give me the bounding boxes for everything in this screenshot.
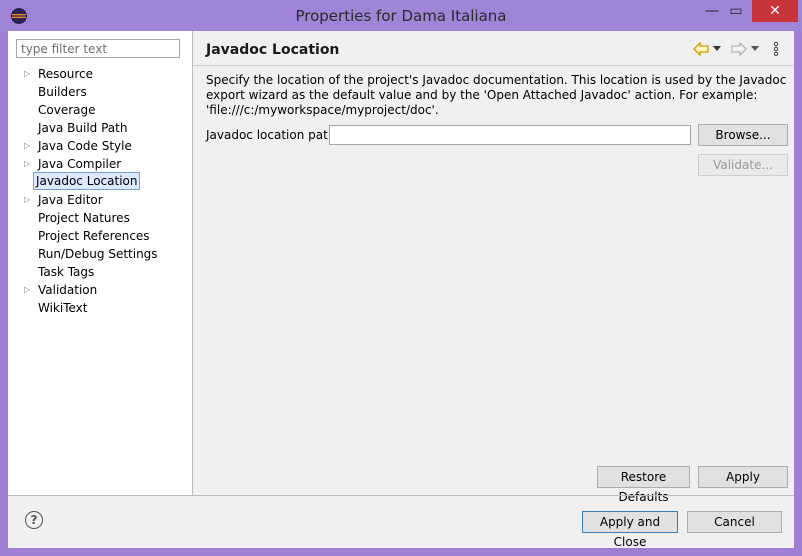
property-page: Javadoc Location Specify the location of… <box>193 31 794 504</box>
tree-item[interactable]: Builders <box>8 83 192 101</box>
filter-input[interactable] <box>16 39 180 58</box>
header-separator <box>193 65 794 66</box>
tree-item-label: Javadoc Location <box>33 172 141 190</box>
tree-item-label: Resource <box>38 67 94 81</box>
tree-item[interactable]: ▷ Resource <box>8 65 192 83</box>
tree-item[interactable]: Javadoc Location <box>8 172 192 191</box>
tree-item-label: Java Build Path <box>38 121 128 135</box>
view-menu-icon[interactable] <box>773 41 779 57</box>
tree-item[interactable]: Project Natures <box>8 209 192 227</box>
expand-arrow-icon[interactable]: ▷ <box>24 137 32 155</box>
help-icon[interactable]: ? <box>25 511 43 529</box>
tree-item[interactable]: Task Tags <box>8 263 192 281</box>
expand-arrow-icon[interactable]: ▷ <box>24 191 32 209</box>
minimize-button[interactable]: — <box>701 0 723 22</box>
expand-arrow-icon[interactable]: ▷ <box>24 281 32 299</box>
tree-item[interactable]: Project References <box>8 227 192 245</box>
tree-item-label: Java Editor <box>38 193 103 207</box>
forward-arrow-icon[interactable] <box>731 42 747 56</box>
property-tree-pane: ▷ Resource Builders Coverage Java Build Path… <box>8 31 193 495</box>
tree-item-label: Coverage <box>38 103 96 117</box>
restore-defaults-button[interactable]: Restore Defaults <box>597 466 690 504</box>
tree-item-label: Task Tags <box>38 265 95 279</box>
page-nav-toolbar <box>693 41 789 59</box>
location-path-label: Javadoc location path: <box>206 128 340 142</box>
browse-button[interactable]: Browse... <box>698 124 788 146</box>
title-bar[interactable]: Properties for Dama Italiana — ▭ ✕ <box>0 0 802 31</box>
expand-arrow-icon[interactable]: ▷ <box>24 65 32 83</box>
tree-item-label: Builders <box>38 85 87 99</box>
tree-item[interactable]: Run/Debug Settings <box>8 245 192 263</box>
footer-separator <box>8 495 794 496</box>
back-arrow-icon[interactable] <box>693 42 709 56</box>
window-title: Properties for Dama Italiana <box>295 7 507 25</box>
back-dropdown-icon[interactable] <box>713 46 721 52</box>
tree-item-label: Validation <box>38 283 98 297</box>
validate-button[interactable]: Validate... <box>698 154 788 176</box>
page-title: Javadoc Location <box>206 42 340 58</box>
expand-arrow-icon[interactable]: ▷ <box>24 155 32 173</box>
page-description: Specify the location of the project's Ja… <box>206 73 787 117</box>
tree-item[interactable]: Coverage <box>8 101 192 119</box>
tree-item[interactable]: ▷ Java Editor <box>8 191 192 209</box>
tree-item-label: WikiText <box>38 301 88 315</box>
properties-dialog: Properties for Dama Italiana — ▭ ✕ ▷ Reso… <box>0 0 802 556</box>
cancel-button[interactable]: Cancel <box>687 511 782 533</box>
tree-item[interactable]: ▷ Java Code Style <box>8 137 192 155</box>
tree-item[interactable]: Java Build Path <box>8 119 192 137</box>
tree-item-label: Java Compiler <box>38 157 122 171</box>
close-button[interactable]: ✕ <box>752 0 798 22</box>
tree-item-label: Java Code Style <box>38 139 132 153</box>
forward-dropdown-icon[interactable] <box>751 46 759 52</box>
location-path-input[interactable] <box>329 125 691 145</box>
tree-item-label: Project Natures <box>38 211 130 225</box>
tree-item-label: Project References <box>38 229 150 243</box>
tree-item[interactable]: WikiText <box>8 299 192 317</box>
dialog-client-area: ▷ Resource Builders Coverage Java Build Path… <box>8 31 794 549</box>
tree-item[interactable]: ▷ Java Compiler <box>8 155 192 173</box>
tree-item[interactable]: ▷ Validation <box>8 281 192 299</box>
tree-item-label: Run/Debug Settings <box>38 247 158 261</box>
apply-and-close-button[interactable]: Apply and Close <box>582 511 678 549</box>
maximize-button[interactable]: ▭ <box>725 0 747 22</box>
apply-button[interactable]: Apply <box>698 466 788 488</box>
